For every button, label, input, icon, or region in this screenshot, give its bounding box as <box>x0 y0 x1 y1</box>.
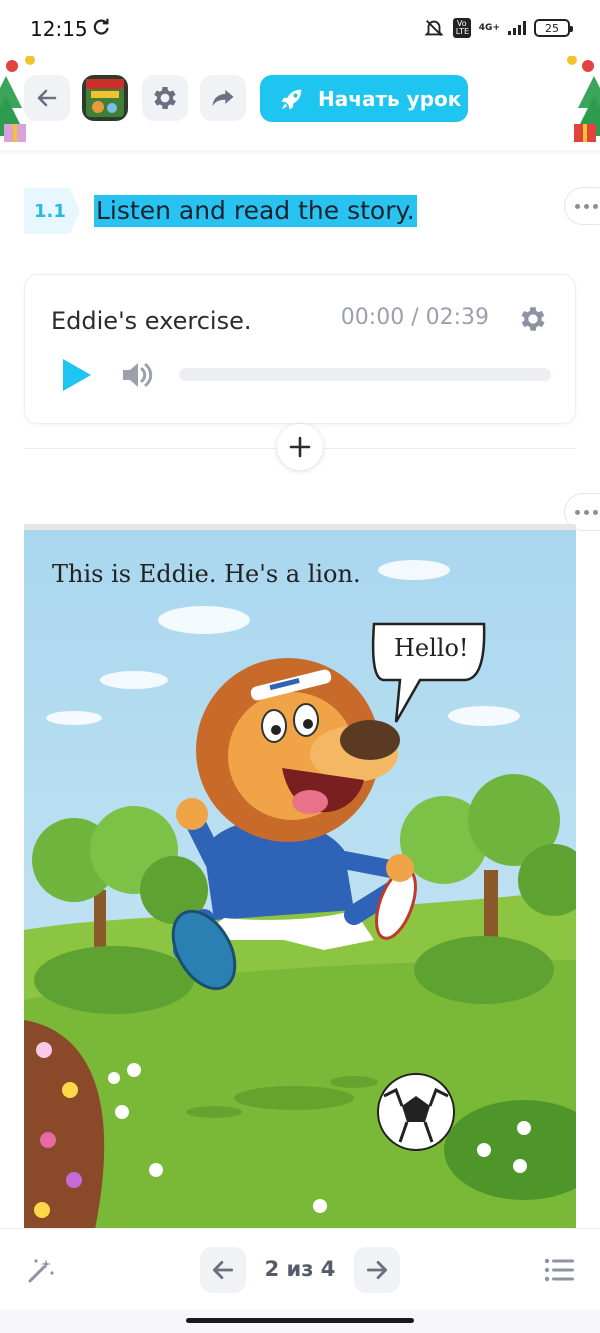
flower <box>34 1202 50 1218</box>
dot <box>575 203 580 209</box>
story-illustration <box>24 530 576 1228</box>
back-button[interactable] <box>24 75 70 121</box>
audio-time: 00:00 / 02:39 <box>340 305 489 330</box>
start-lesson-button[interactable]: Начать урок <box>260 75 468 122</box>
signal-icon <box>508 21 526 35</box>
flower <box>62 1082 78 1098</box>
plus-icon <box>289 436 311 458</box>
task-number: 1.1 <box>34 200 66 222</box>
cloud <box>100 671 168 689</box>
start-lesson-label: Начать урок <box>318 86 462 111</box>
settings-button[interactable] <box>142 75 188 121</box>
audio-progress-bar[interactable] <box>179 368 551 381</box>
arrow-left-icon <box>212 1261 234 1279</box>
task-title: Listen and read the story. <box>94 195 417 227</box>
share-button[interactable] <box>200 75 246 121</box>
speech-bubble-text: Hello! <box>394 634 469 662</box>
next-page-button[interactable] <box>354 1247 400 1293</box>
magic-wand-icon[interactable] <box>26 1255 56 1285</box>
dot <box>593 509 598 515</box>
cloud <box>448 706 520 726</box>
status-bar: 12:15 Vo LTE 4G+ 25 <box>0 0 600 56</box>
bush <box>34 946 194 1014</box>
task-number-badge: 1.1 <box>24 188 80 234</box>
bottom-navigation: 2 из 4 <box>0 1228 600 1310</box>
previous-page-button[interactable] <box>200 1247 246 1293</box>
christmas-decoration-right <box>567 56 600 142</box>
sync-icon <box>93 18 109 35</box>
paw <box>176 798 208 830</box>
dot <box>584 203 589 209</box>
bush <box>414 936 554 1004</box>
home-indicator[interactable] <box>186 1318 414 1323</box>
story-caption: This is Eddie. He's a lion. <box>52 560 361 588</box>
lion-shadow <box>234 1086 354 1110</box>
list-menu-icon[interactable] <box>544 1257 574 1283</box>
audio-title: Eddie's exercise. <box>51 307 252 335</box>
flower <box>40 1132 56 1148</box>
audio-settings-icon[interactable] <box>517 303 549 335</box>
bell-muted-icon <box>424 20 444 36</box>
network-type: 4G+ <box>478 22 500 33</box>
share-arrow-icon <box>212 89 234 107</box>
volte-badge: Vo LTE <box>452 18 471 38</box>
dot <box>575 509 580 515</box>
lion-nose <box>340 720 400 760</box>
battery-level: 25 <box>545 21 559 35</box>
shadow <box>330 1076 378 1088</box>
flower <box>36 1042 52 1058</box>
dot <box>584 509 589 515</box>
cloud <box>378 560 450 580</box>
dot <box>593 203 598 209</box>
toolbar-shadow <box>0 150 600 156</box>
shadow <box>186 1106 242 1118</box>
gear-icon <box>154 87 176 109</box>
story-image: This is Eddie. He's a lion. Hello! <box>24 524 576 1228</box>
status-icons: Vo LTE 4G+ 25 <box>423 16 573 40</box>
task-more-button[interactable] <box>564 187 600 225</box>
arrow-right-icon <box>366 1261 388 1279</box>
status-time: 12:15 <box>30 17 88 41</box>
audio-player: Eddie's exercise. 00:00 / 02:39 <box>24 274 576 424</box>
rocket-icon <box>281 89 302 109</box>
paw <box>386 854 414 882</box>
volume-icon[interactable] <box>121 359 155 391</box>
cloud <box>158 606 250 634</box>
play-icon[interactable] <box>61 357 93 393</box>
arrow-left-icon <box>37 89 57 107</box>
lion-tongue <box>292 790 328 814</box>
book-cover-button[interactable] <box>82 75 128 121</box>
battery-icon: 25 <box>534 19 573 37</box>
add-block-button[interactable] <box>277 424 323 470</box>
book-cover-image <box>82 75 128 121</box>
page-indicator: 2 из 4 <box>264 1257 336 1281</box>
top-toolbar: Начать урок <box>0 56 600 150</box>
flower <box>66 1172 82 1188</box>
cloud <box>46 711 102 725</box>
